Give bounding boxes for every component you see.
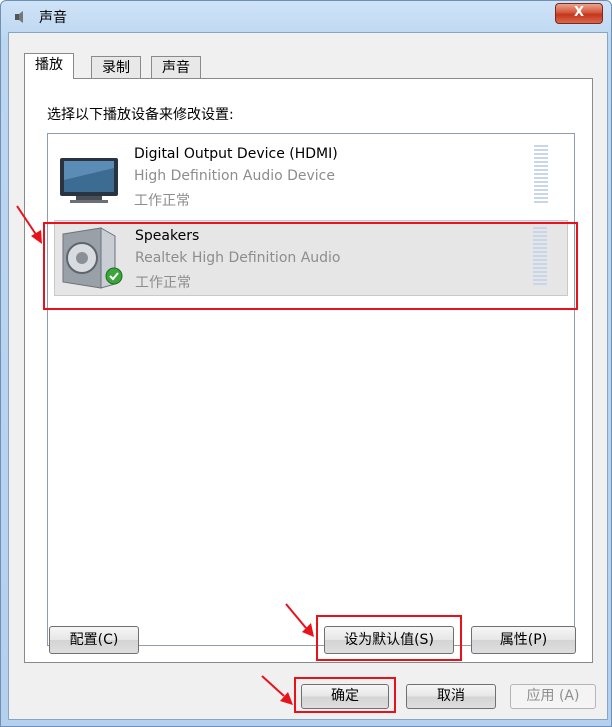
device-description: High Definition Audio Device <box>134 168 335 184</box>
configure-button[interactable]: 配置(C) <box>49 626 139 654</box>
device-list[interactable]: Digital Output Device (HDMI) High Defini… <box>47 133 575 646</box>
speaker-volume-icon <box>15 11 23 23</box>
monitor-icon <box>60 158 118 203</box>
tab-sounds[interactable]: 声音 <box>151 56 201 78</box>
device-name: Speakers <box>135 228 200 244</box>
title-bar[interactable]: 声音 X <box>1 1 611 31</box>
device-description: Realtek High Definition Audio <box>135 250 341 266</box>
dialog-body: 播放 录制 声音 选择以下播放设备来修改设置: Digital Output D… <box>8 32 608 720</box>
volume-level-meter <box>534 145 548 203</box>
ok-button[interactable]: 确定 <box>301 684 389 709</box>
properties-button[interactable]: 属性(P) <box>471 626 576 654</box>
close-button[interactable]: X <box>555 3 603 24</box>
instruction-text: 选择以下播放设备来修改设置: <box>47 107 234 123</box>
sound-window: 声音 X 播放 录制 声音 选择以下播放设备来修改设置: Digital Out… <box>0 0 612 727</box>
tab-recording[interactable]: 录制 <box>91 56 141 78</box>
tab-panel: 选择以下播放设备来修改设置: Digital Output Device (HD… <box>24 78 593 663</box>
device-status: 工作正常 <box>135 275 191 291</box>
device-item-speakers[interactable]: Speakers Realtek High Definition Audio 工… <box>54 220 568 296</box>
device-status: 工作正常 <box>134 193 190 209</box>
cancel-button[interactable]: 取消 <box>406 684 496 709</box>
tab-playback[interactable]: 播放 <box>24 53 74 79</box>
device-name: Digital Output Device (HDMI) <box>134 146 338 162</box>
apply-button[interactable]: 应用 (A) <box>510 684 596 709</box>
volume-level-meter <box>533 227 547 285</box>
device-item-hdmi[interactable]: Digital Output Device (HDMI) High Defini… <box>54 139 568 215</box>
set-default-button[interactable]: 设为默认值(S) <box>324 626 454 654</box>
window-title: 声音 <box>39 10 67 26</box>
check-icon <box>105 267 123 285</box>
